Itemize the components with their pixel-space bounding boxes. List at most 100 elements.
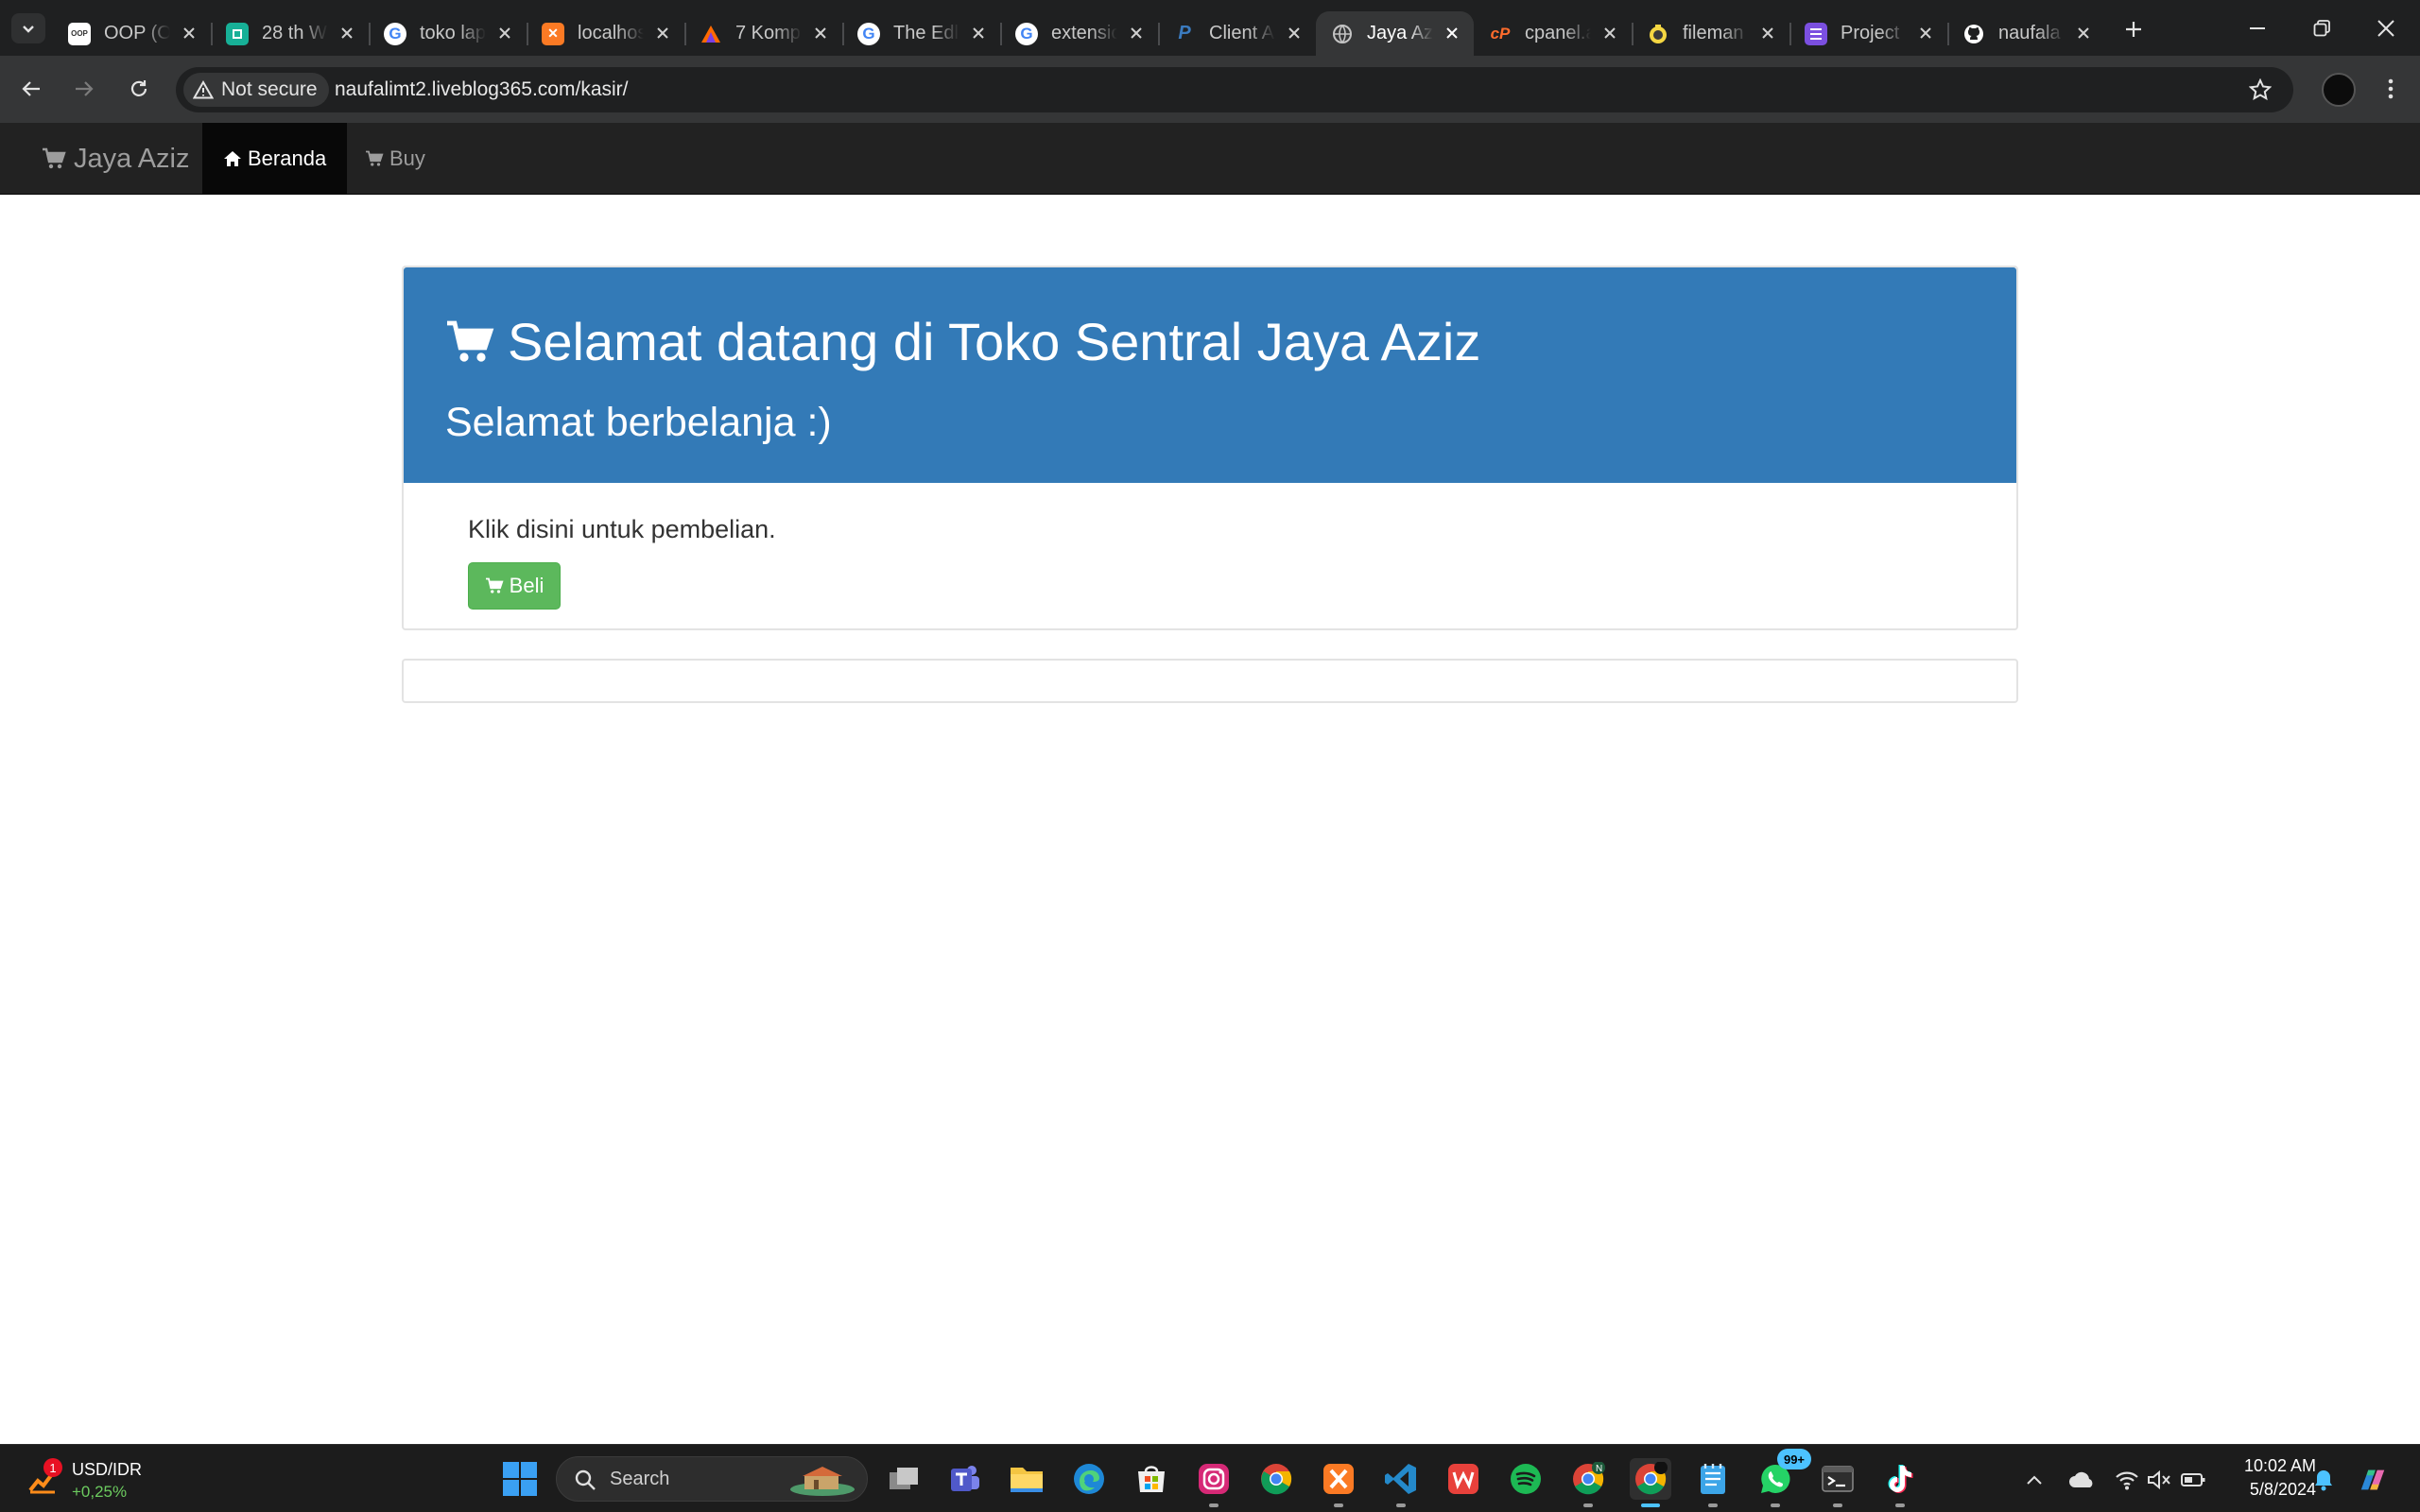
back-button[interactable] <box>13 71 49 107</box>
vscode-icon <box>1385 1464 1416 1494</box>
minimize-button[interactable] <box>2225 0 2290 56</box>
tab-search-button[interactable] <box>11 13 45 43</box>
tab-28th[interactable]: 28 th W <box>211 11 369 56</box>
battery-icon <box>2181 1473 2205 1486</box>
close-icon[interactable] <box>1442 23 1462 43</box>
taskbar-chrome[interactable] <box>1255 1458 1297 1500</box>
tab-extension[interactable]: G extensio <box>1000 11 1158 56</box>
bookmark-button[interactable] <box>2246 76 2274 104</box>
tab-cpanel[interactable]: cP cpanel.a <box>1474 11 1632 56</box>
running-indicator <box>1209 1503 1219 1507</box>
taskbar-task-view[interactable] <box>883 1458 925 1500</box>
tiktok-icon <box>1888 1465 1913 1493</box>
taskbar-xampp[interactable] <box>1318 1458 1359 1507</box>
xampp-icon <box>1323 1464 1354 1494</box>
taskbar-vscode[interactable] <box>1380 1458 1422 1507</box>
close-icon[interactable] <box>2073 23 2094 43</box>
close-icon[interactable] <box>1915 23 1936 43</box>
battery-tray[interactable] <box>2178 1466 2208 1494</box>
chrome-active-icon <box>1635 1462 1668 1495</box>
close-icon[interactable] <box>1757 23 1778 43</box>
running-indicator <box>1708 1503 1718 1507</box>
currency-widget[interactable]: 1 USD/IDR +0,25% <box>23 1458 174 1503</box>
start-button[interactable] <box>503 1462 537 1496</box>
taskbar-search[interactable]: Search <box>556 1456 868 1502</box>
restore-button[interactable] <box>2290 0 2354 56</box>
taskbar-store[interactable] <box>1131 1458 1172 1500</box>
url-text[interactable]: naufalimt2.liveblog365.com/kasir/ <box>335 78 629 101</box>
onedrive-tray[interactable] <box>2066 1466 2097 1494</box>
taskbar-chrome-active[interactable] <box>1630 1458 1671 1507</box>
forward-button[interactable] <box>66 71 102 107</box>
copilot-tray[interactable] <box>2358 1466 2388 1494</box>
chevron-up-icon <box>2027 1475 2042 1485</box>
taskbar-notepad[interactable] <box>1692 1458 1734 1507</box>
close-icon[interactable] <box>810 23 831 43</box>
taskbar-clock[interactable]: 10:02 AM 5/8/2024 <box>2218 1454 2316 1502</box>
wifi-icon <box>2116 1471 2138 1490</box>
tab-client-a[interactable]: P Client A <box>1158 11 1316 56</box>
close-icon[interactable] <box>337 23 357 43</box>
shopping-cart-icon <box>366 150 384 166</box>
tab-title: Project <box>1841 23 1900 43</box>
tab-toko-lap[interactable]: G toko lap <box>369 11 527 56</box>
tab-project[interactable]: Project <box>1789 11 1947 56</box>
nav-item-beranda[interactable]: Beranda <box>202 123 348 195</box>
taskbar-tiktok[interactable] <box>1879 1458 1921 1507</box>
taskbar-terminal[interactable] <box>1817 1458 1858 1507</box>
tab-oop[interactable]: OOP OOP (O <box>53 11 211 56</box>
taskbar-whatsapp[interactable]: 99+ <box>1754 1449 1811 1507</box>
taskbar-spotify[interactable] <box>1505 1458 1547 1500</box>
tab-github[interactable]: naufala <box>1947 11 2105 56</box>
tab-fileman[interactable]: fileman <box>1632 11 1789 56</box>
search-icon <box>575 1469 596 1490</box>
close-icon[interactable] <box>494 23 515 43</box>
clock-time: 10:02 AM <box>2243 1456 2316 1475</box>
taskbar-chrome-profile[interactable]: N <box>1567 1458 1609 1507</box>
welcome-panel: Selamat datang di Toko Sentral Jaya Aziz… <box>402 266 2018 630</box>
taskbar-instagram[interactable] <box>1193 1458 1235 1507</box>
browser-menu-button[interactable] <box>2373 71 2409 107</box>
beli-button[interactable]: Beli <box>468 562 561 610</box>
close-icon[interactable] <box>1284 23 1305 43</box>
reload-button[interactable] <box>121 71 157 107</box>
tab-7-komp[interactable]: 7 Komp <box>684 11 842 56</box>
oop-page-icon: OOP <box>68 22 91 45</box>
new-tab-button[interactable] <box>2118 13 2150 45</box>
windows-logo-pane <box>503 1462 519 1478</box>
nav-item-label: Beranda <box>248 146 327 170</box>
running-indicator <box>1396 1503 1406 1507</box>
spotify-icon <box>1511 1464 1541 1494</box>
notifications-tray[interactable] <box>2308 1466 2339 1494</box>
taskbar-teams[interactable] <box>943 1458 985 1500</box>
nav-item-buy[interactable]: Buy <box>344 123 446 195</box>
profile-avatar[interactable] <box>2322 73 2356 107</box>
shopping-cart-icon <box>43 147 66 169</box>
running-indicator <box>1334 1503 1343 1507</box>
copilot-icon <box>2360 1469 2385 1490</box>
restore-icon <box>2313 19 2330 36</box>
windows-logo-pane <box>503 1480 519 1496</box>
security-chip[interactable]: Not secure <box>183 73 329 107</box>
windows-logo-pane <box>521 1462 537 1478</box>
address-bar[interactable]: Not secure naufalimt2.liveblog365.com/ka… <box>176 67 2293 112</box>
globe-icon <box>1331 23 1354 45</box>
close-icon[interactable] <box>1599 23 1620 43</box>
tab-jaya-aziz[interactable]: Jaya Az <box>1316 11 1474 56</box>
wifi-tray[interactable] <box>2112 1466 2142 1494</box>
search-placeholder: Search <box>610 1469 670 1489</box>
volume-tray[interactable] <box>2144 1466 2174 1494</box>
taskbar-edge[interactable] <box>1068 1458 1110 1500</box>
close-icon[interactable] <box>968 23 989 43</box>
taskbar-file-explorer[interactable] <box>1006 1458 1047 1500</box>
close-icon[interactable] <box>1126 23 1147 43</box>
close-window-button[interactable] <box>2354 0 2418 56</box>
taskbar-wps[interactable] <box>1443 1458 1484 1500</box>
navbar-brand[interactable]: Jaya Aziz <box>42 123 190 195</box>
show-hidden-icons[interactable] <box>2019 1466 2049 1494</box>
svg-text:N: N <box>1596 1464 1602 1474</box>
tab-localhost[interactable]: ✕ localhos <box>527 11 684 56</box>
close-icon[interactable] <box>179 23 199 43</box>
close-icon[interactable] <box>652 23 673 43</box>
tab-the-edl[interactable]: G The Edl <box>842 11 1000 56</box>
